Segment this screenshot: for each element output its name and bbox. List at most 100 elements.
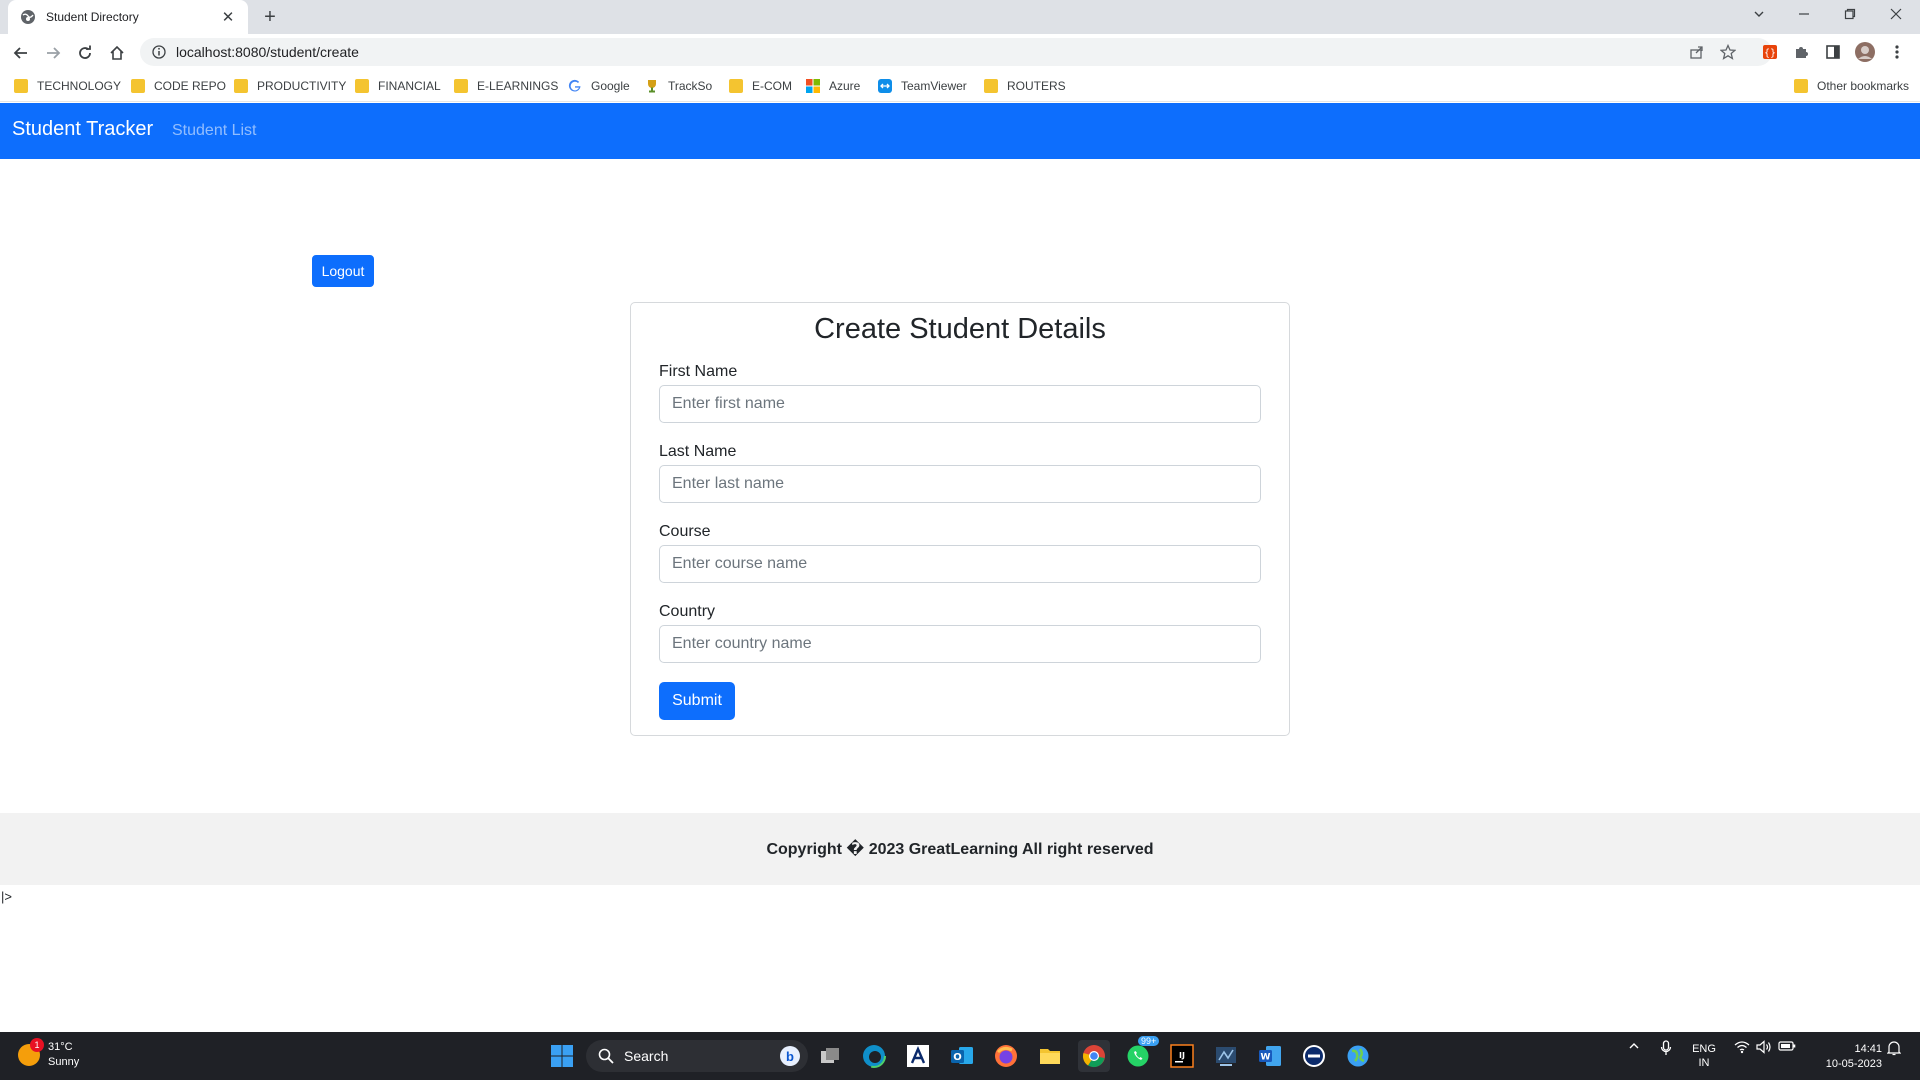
site-info-icon[interactable]: [152, 45, 166, 59]
windows-start-icon[interactable]: [546, 1040, 578, 1072]
tab-student-directory[interactable]: Student Directory ✕: [8, 0, 248, 34]
chrome-icon[interactable]: [1078, 1040, 1110, 1072]
form-title: Create Student Details: [814, 313, 1106, 345]
submit-button[interactable]: Submit: [659, 682, 735, 720]
google-icon: [568, 79, 582, 93]
first-name-label: First Name: [659, 363, 738, 380]
task-view-icon[interactable]: [814, 1040, 846, 1072]
whatsapp-icon[interactable]: 99+: [1122, 1036, 1160, 1072]
globe-app-icon[interactable]: [1342, 1040, 1374, 1072]
region-code: IN: [1698, 1057, 1710, 1069]
windows-taskbar: 1 31°C Sunny Search b O 99+ IJ W ENG IN …: [0, 1032, 1920, 1080]
battery-icon[interactable]: [1776, 1040, 1798, 1052]
chrome-menu-icon[interactable]: [1885, 40, 1909, 64]
bookmark-financial[interactable]: FINANCIAL: [355, 76, 441, 96]
close-window-icon[interactable]: [1876, 0, 1916, 28]
weather-badge: 1: [30, 1038, 44, 1052]
forward-arrow-icon[interactable]: [40, 40, 66, 66]
remote-app-icon[interactable]: [1298, 1040, 1330, 1072]
other-bookmarks[interactable]: Other bookmarks: [1794, 76, 1909, 96]
restore-icon[interactable]: [1830, 0, 1870, 28]
word-icon[interactable]: W: [1254, 1040, 1286, 1072]
bookmark-routers[interactable]: ROUTERS: [984, 76, 1066, 96]
side-panel-icon[interactable]: [1821, 40, 1845, 64]
bookmark-google[interactable]: Google: [568, 76, 630, 96]
bookmark-e-com[interactable]: E-COM: [729, 76, 792, 96]
bookmark-e-learnings[interactable]: E-LEARNINGS: [454, 76, 558, 96]
weather-temp: 31°C: [48, 1041, 73, 1053]
extension-json-icon[interactable]: {}: [1758, 40, 1782, 64]
copyright-text: Copyright � 2023 GreatLearning All right…: [766, 841, 1154, 858]
first-name-input[interactable]: [659, 385, 1261, 423]
system-clock[interactable]: 14:41 10-05-2023: [1806, 1042, 1882, 1072]
footer: Copyright � 2023 GreatLearning All right…: [0, 813, 1920, 885]
tab-search-icon[interactable]: [1739, 0, 1779, 28]
course-input[interactable]: [659, 545, 1261, 583]
weather-desc: Sunny: [48, 1056, 80, 1068]
navbar-brand[interactable]: Student Tracker: [12, 118, 153, 141]
browser-tabstrip: Student Directory ✕ +: [0, 0, 1920, 34]
country-input[interactable]: [659, 625, 1261, 663]
bing-icon: b: [780, 1046, 800, 1066]
course-label: Course: [659, 523, 711, 540]
bookmark-label: FINANCIAL: [378, 79, 441, 93]
bookmark-code-repo[interactable]: CODE REPO: [131, 76, 226, 96]
globe-icon: [20, 9, 36, 25]
bookmark-label: TECHNOLOGY: [37, 79, 122, 93]
url-text: localhost:8080/student/create: [176, 44, 359, 60]
bookmark-label: E-LEARNINGS: [477, 79, 559, 93]
share-icon[interactable]: [1685, 40, 1709, 64]
address-bar[interactable]: localhost:8080/student/create: [140, 38, 1772, 66]
edge-icon[interactable]: [858, 1040, 890, 1072]
input-language[interactable]: ENG IN: [1690, 1042, 1718, 1070]
bookmark-star-icon[interactable]: [1716, 40, 1740, 64]
sql-server-icon[interactable]: [1210, 1040, 1242, 1072]
new-tab-button[interactable]: +: [258, 6, 282, 28]
wifi-icon[interactable]: [1732, 1040, 1752, 1054]
extensions-puzzle-icon[interactable]: [1789, 40, 1813, 64]
reload-icon[interactable]: [72, 40, 98, 66]
back-arrow-icon[interactable]: [8, 40, 34, 66]
trophy-icon: [645, 79, 659, 93]
search-label: Search: [624, 1048, 669, 1064]
bookmark-teamviewer[interactable]: TeamViewer: [878, 76, 967, 96]
bookmark-azure[interactable]: Azure: [806, 76, 860, 96]
bookmark-trackso[interactable]: TrackSo: [645, 76, 712, 96]
profile-avatar[interactable]: [1853, 40, 1877, 64]
volume-icon[interactable]: [1754, 1040, 1774, 1054]
bookmark-technology[interactable]: TECHNOLOGY: [14, 76, 121, 96]
tab-close-icon[interactable]: ✕: [218, 7, 238, 27]
taskbar-search-box[interactable]: Search b: [586, 1040, 808, 1072]
azure-data-studio-icon[interactable]: [902, 1040, 934, 1072]
bookmark-label: E-COM: [752, 79, 792, 93]
folder-icon: [14, 79, 28, 93]
last-name-input[interactable]: [659, 465, 1261, 503]
weather-widget[interactable]: 1 31°C Sunny: [18, 1038, 80, 1070]
minimize-icon[interactable]: [1784, 0, 1824, 28]
folder-icon: [729, 79, 743, 93]
file-explorer-icon[interactable]: [1034, 1040, 1066, 1072]
folder-icon: [984, 79, 998, 93]
outlook-icon[interactable]: O: [946, 1040, 978, 1072]
country-label: Country: [659, 603, 716, 620]
svg-text:IJ: IJ: [1179, 1051, 1185, 1060]
intellij-icon[interactable]: IJ: [1166, 1040, 1198, 1072]
bookmark-productivity[interactable]: PRODUCTIVITY: [234, 76, 346, 96]
bookmark-label: TeamViewer: [901, 79, 967, 93]
show-hidden-icons[interactable]: [1624, 1040, 1644, 1052]
browser-toolbar: localhost:8080/student/create {}: [0, 34, 1920, 70]
notification-bell-icon[interactable]: [1884, 1040, 1904, 1056]
home-icon[interactable]: [104, 40, 130, 66]
folder-icon: [234, 79, 248, 93]
svg-text:O: O: [953, 1052, 962, 1063]
logout-button[interactable]: Logout: [312, 255, 374, 287]
folder-icon: [454, 79, 468, 93]
app-navbar: Student Tracker Student List: [0, 103, 1920, 159]
language-code: ENG: [1692, 1043, 1716, 1055]
firefox-icon[interactable]: [990, 1040, 1022, 1072]
page-content: Student Tracker Student List Logout Crea…: [0, 103, 1920, 1033]
stray-text: |>: [1, 889, 12, 904]
bookmark-label: ROUTERS: [1007, 79, 1066, 93]
nav-link-student-list[interactable]: Student List: [172, 122, 257, 140]
microphone-icon[interactable]: [1656, 1040, 1676, 1056]
